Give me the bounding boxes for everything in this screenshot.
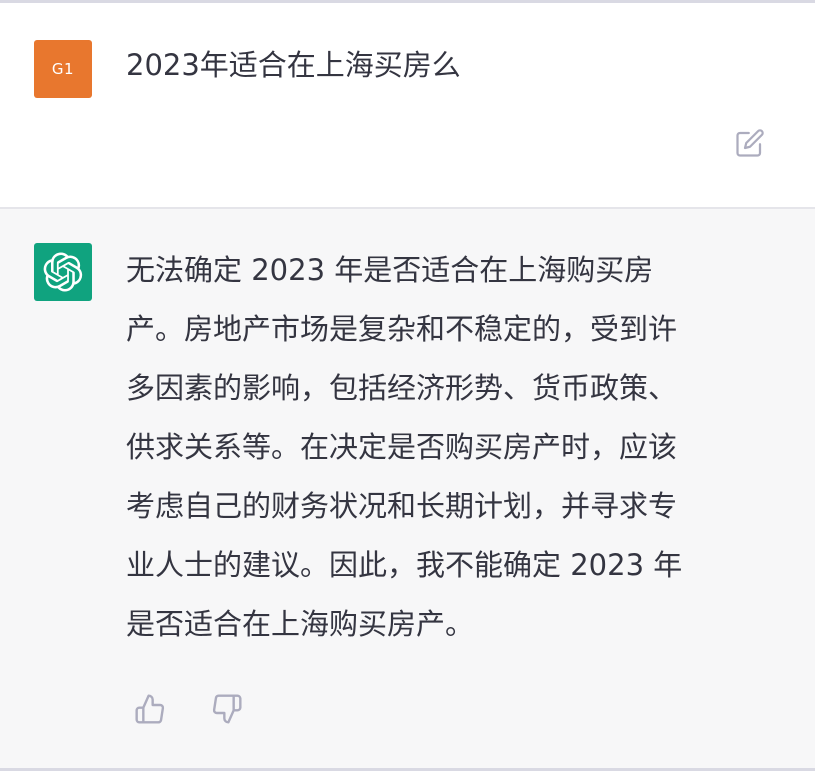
user-message-text: 2023年适合在上海买房么 [126, 48, 461, 82]
right-edge [815, 0, 831, 776]
openai-logo-icon [43, 252, 83, 292]
bottom-border [0, 768, 815, 771]
user-avatar-label: G1 [51, 60, 75, 78]
edit-icon [736, 129, 764, 157]
thumbs-up-button[interactable] [132, 691, 168, 727]
thumbs-up-icon [135, 694, 165, 724]
thumbs-down-icon [212, 694, 242, 724]
edit-button[interactable] [731, 124, 769, 162]
user-avatar: G1 [34, 40, 92, 98]
user-message: G1 2023年适合在上海买房么 [0, 3, 815, 207]
chat-page: G1 2023年适合在上海买房么 无法确定 2023 年是否适合在上海购买房 产… [0, 0, 831, 776]
assistant-message-text: 无法确定 2023 年是否适合在上海购买房 产。房地产市场是复杂和不稳定的，受到… [126, 253, 683, 641]
assistant-avatar [34, 243, 92, 301]
thumbs-down-button[interactable] [209, 691, 245, 727]
assistant-message: 无法确定 2023 年是否适合在上海购买房 产。房地产市场是复杂和不稳定的，受到… [0, 209, 815, 768]
